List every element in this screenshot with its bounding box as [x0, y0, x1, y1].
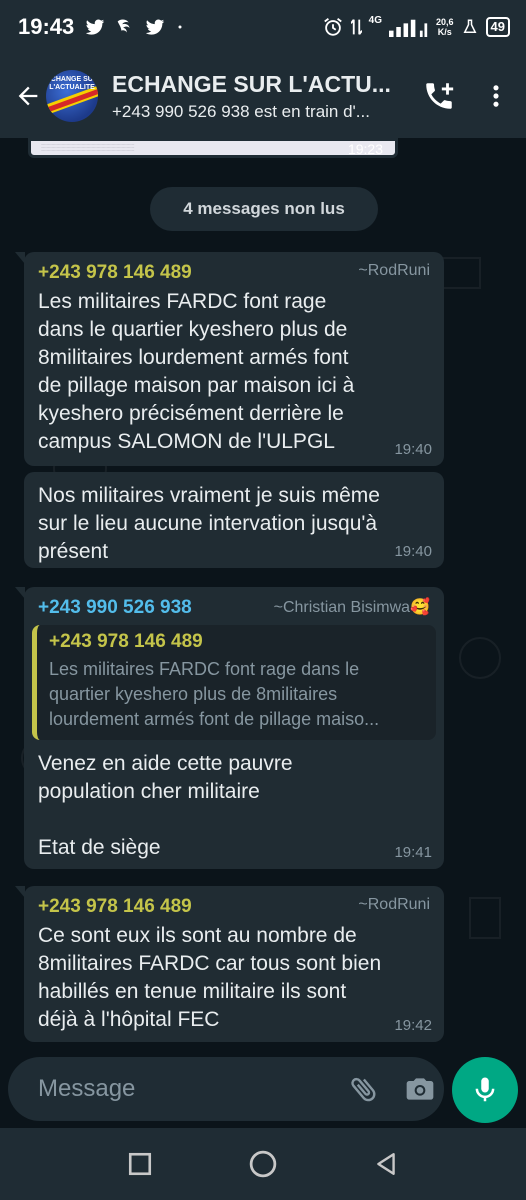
- sender-pushname: ~RodRuni: [358, 896, 430, 913]
- camera-icon[interactable]: [404, 1073, 436, 1105]
- status-bar: 19:43 4G 20,6 K/s 49: [0, 0, 526, 54]
- sender-pushname: ~RodRuni: [358, 262, 430, 279]
- notification-icons: [84, 16, 186, 38]
- app-notification-icon: [117, 19, 130, 33]
- sender-phone[interactable]: +243 978 146 489: [38, 896, 192, 918]
- sender-phone[interactable]: +243 978 146 489: [38, 262, 192, 284]
- message-text: Les militaires FARDC font rage dans le q…: [38, 290, 355, 453]
- message-time: 19:41: [394, 844, 432, 861]
- network-speed-unit: K/s: [437, 27, 452, 37]
- status-right: 4G 20,6 K/s 49: [322, 14, 510, 38]
- typing-status: +243 990 526 938 est en train d'...: [112, 101, 370, 121]
- signal-icon: [389, 19, 428, 37]
- twitter-icon: [86, 19, 105, 35]
- quoted-text: Les militaires FARDC font rage dans le q…: [49, 659, 380, 729]
- group-avatar[interactable]: ECHANGE SUR L'ACTUALITE: [46, 70, 98, 122]
- message-bubble[interactable]: +243 978 146 489 ~RodRuni Ce sont eux il…: [15, 886, 444, 1042]
- message-time: 19:40: [394, 543, 432, 560]
- message-time: 19:42: [394, 1017, 432, 1034]
- signal-label: 4G: [368, 14, 382, 26]
- mic-icon: [475, 1077, 495, 1102]
- previous-image-message[interactable]: ........................................…: [28, 138, 398, 158]
- chat-title: ECHANGE SUR L'ACTU...: [112, 70, 391, 97]
- chat-info[interactable]: ECHANGE SUR L'ACTU... +243 990 526 938 e…: [112, 71, 422, 122]
- header-actions: [422, 79, 510, 113]
- message-text: Venez en aide cette pauvre population ch…: [38, 752, 293, 859]
- back-arrow-icon: [18, 86, 38, 106]
- more-vert-icon[interactable]: [482, 82, 510, 110]
- message-composer: [8, 1057, 444, 1121]
- battery-indicator: 49: [485, 17, 510, 37]
- status-time: 19:43: [18, 14, 75, 39]
- message-bubble[interactable]: +243 978 146 489 ~RodRuni Les militaires…: [15, 252, 444, 466]
- message-text: Nos militaires vraiment je suis même sur…: [38, 484, 380, 563]
- message-bubble[interactable]: +243 990 526 938 ~Christian Bisimwa🥰 +24…: [15, 587, 444, 869]
- system-nav-bar: [0, 1128, 526, 1200]
- chat-area[interactable]: ........................................…: [0, 138, 526, 1048]
- add-call-icon[interactable]: [422, 79, 456, 113]
- back-button[interactable]: [10, 76, 46, 116]
- message-time: 19:23: [347, 141, 383, 157]
- chat-header: ECHANGE SUR L'ACTUALITE ECHANGE SUR L'AC…: [0, 54, 526, 138]
- alarm-icon: [323, 18, 342, 36]
- quoted-message[interactable]: +243 978 146 489 Les militaires FARDC fo…: [32, 625, 436, 740]
- data-transfer-icon: [350, 19, 362, 35]
- message-text: Ce sont eux ils sont au nombre de 8milit…: [38, 924, 382, 1031]
- network-speed-value: 20,6: [436, 17, 454, 27]
- sender-phone[interactable]: +243 990 526 938: [38, 597, 192, 619]
- unread-messages-badge: 4 messages non lus: [150, 187, 378, 231]
- quoted-sender: +243 978 146 489: [49, 631, 203, 652]
- nav-back-icon[interactable]: [373, 1151, 399, 1177]
- twitter-icon-2: [146, 19, 165, 35]
- dot-icon: [178, 25, 182, 29]
- flask-icon: [463, 19, 476, 33]
- sender-pushname: ~Christian Bisimwa🥰: [273, 599, 430, 616]
- attach-icon[interactable]: [348, 1073, 380, 1105]
- image-text-lines: ........................................…: [41, 142, 135, 152]
- network-speed: 20,6 K/s: [436, 17, 454, 37]
- message-bubble[interactable]: Nos militaires vraiment je suis même sur…: [24, 472, 444, 568]
- nav-recents-icon[interactable]: [127, 1151, 153, 1177]
- message-input[interactable]: [38, 1075, 348, 1103]
- message-time: 19:40: [394, 441, 432, 458]
- nav-home-icon[interactable]: [248, 1149, 278, 1179]
- voice-message-button[interactable]: [452, 1057, 518, 1123]
- avatar-text: ECHANGE SUR L'ACTUALITE: [46, 76, 98, 91]
